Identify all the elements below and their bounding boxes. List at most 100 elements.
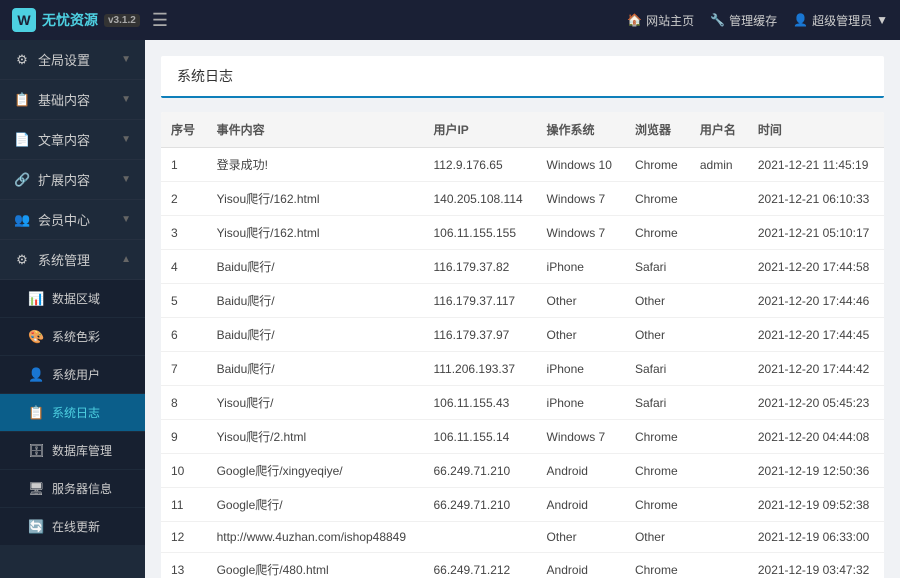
main-content: 系统日志 序号 事件内容 用户IP 操作系统 浏览器 用户名 时间 1登录成功!… xyxy=(145,40,900,578)
table-cell: 3 xyxy=(161,216,207,250)
sidebar-item-system-log[interactable]: 📋 系统日志 xyxy=(0,394,145,432)
log-table-container: 序号 事件内容 用户IP 操作系统 浏览器 用户名 时间 1登录成功!112.9… xyxy=(161,112,884,578)
settings-icon: ⚙ xyxy=(14,52,30,68)
table-cell: Chrome xyxy=(625,216,690,250)
table-cell: 66.249.71.212 xyxy=(423,553,536,578)
sidebar-item-extended-content[interactable]: 🔗 扩展内容 ▼ xyxy=(0,160,145,200)
update-icon: 🔄 xyxy=(28,519,44,535)
table-cell: 106.11.155.43 xyxy=(423,386,536,420)
col-os: 操作系统 xyxy=(537,112,625,148)
nav-admin-link[interactable]: 👤 超级管理员 ▼ xyxy=(793,12,888,29)
table-cell: 2021-12-20 04:44:08 xyxy=(748,420,884,454)
table-row: 4Baidu爬行/116.179.37.82iPhoneSafari2021-1… xyxy=(161,250,884,284)
table-row: 6Baidu爬行/116.179.37.97OtherOther2021-12-… xyxy=(161,318,884,352)
sidebar-label-data-area: 数据区域 xyxy=(52,290,100,307)
member-icon: 👥 xyxy=(14,212,30,228)
table-cell: Yisou爬行/ xyxy=(207,386,424,420)
data-area-icon: 📊 xyxy=(28,291,44,307)
table-cell: Chrome xyxy=(625,148,690,182)
sidebar-label-update: 在线更新 xyxy=(52,518,100,535)
layout: ⚙ 全局设置 ▼ 📋 基础内容 ▼ 📄 文章内容 ▼ 🔗 扩展内容 ▼ xyxy=(0,40,900,578)
nav-home-link[interactable]: 🏠 网站主页 xyxy=(627,12,694,29)
table-cell: 2021-12-21 11:45:19 xyxy=(748,148,884,182)
header: W 无忧资源 v3.1.2 ☰ 🏠 网站主页 🔧 管理缓存 👤 超级管理员 ▼ xyxy=(0,0,900,40)
sidebar-item-server-info[interactable]: 🖥 服务器信息 xyxy=(0,470,145,508)
sidebar-item-system-users[interactable]: 👤 系统用户 xyxy=(0,356,145,394)
system-submenu: 📊 数据区域 🎨 系统色彩 👤 系统用户 📋 系统日志 xyxy=(0,280,145,546)
table-cell: Windows 7 xyxy=(537,182,625,216)
sidebar-item-data-area[interactable]: 📊 数据区域 xyxy=(0,280,145,318)
table-cell: 11 xyxy=(161,488,207,522)
table-cell: 7 xyxy=(161,352,207,386)
table-cell: Windows 7 xyxy=(537,216,625,250)
chevron-up-icon: ▲ xyxy=(121,254,131,265)
table-row: 12http://www.4uzhan.com/ishop48849OtherO… xyxy=(161,522,884,553)
table-cell xyxy=(690,352,748,386)
logo-icon: W xyxy=(12,8,36,32)
table-cell: Other xyxy=(625,318,690,352)
table-cell: 66.249.71.210 xyxy=(423,488,536,522)
table-cell: Safari xyxy=(625,352,690,386)
table-cell: 2021-12-21 06:10:33 xyxy=(748,182,884,216)
table-cell xyxy=(690,284,748,318)
table-cell: 2021-12-20 05:45:23 xyxy=(748,386,884,420)
sidebar-item-basic-content[interactable]: 📋 基础内容 ▼ xyxy=(0,80,145,120)
log-icon: 📋 xyxy=(28,405,44,421)
table-row: 11Google爬行/66.249.71.210AndroidChrome202… xyxy=(161,488,884,522)
page-title-bar: 系统日志 xyxy=(161,56,884,98)
table-cell xyxy=(690,318,748,352)
menu-toggle-button[interactable]: ☰ xyxy=(152,10,168,31)
sidebar-label-extended: 扩展内容 xyxy=(38,170,90,189)
table-cell: 13 xyxy=(161,553,207,578)
table-cell xyxy=(423,522,536,553)
sidebar-item-system-color[interactable]: 🎨 系统色彩 xyxy=(0,318,145,356)
table-cell: 10 xyxy=(161,454,207,488)
table-cell: Other xyxy=(625,522,690,553)
table-cell: 2021-12-20 17:44:46 xyxy=(748,284,884,318)
sidebar-item-online-update[interactable]: 🔄 在线更新 xyxy=(0,508,145,546)
sidebar-item-article-content[interactable]: 📄 文章内容 ▼ xyxy=(0,120,145,160)
sidebar-label-system-color: 系统色彩 xyxy=(52,328,100,345)
table-row: 8Yisou爬行/106.11.155.43iPhoneSafari2021-1… xyxy=(161,386,884,420)
table-row: 2Yisou爬行/162.html140.205.108.114Windows … xyxy=(161,182,884,216)
sidebar-label-database: 数据库管理 xyxy=(52,442,112,459)
database-icon: 🗄 xyxy=(28,443,44,459)
table-cell: 111.206.193.37 xyxy=(423,352,536,386)
table-cell: Safari xyxy=(625,250,690,284)
table-cell: Chrome xyxy=(625,454,690,488)
table-cell xyxy=(690,250,748,284)
table-cell: Baidu爬行/ xyxy=(207,352,424,386)
sidebar-label-global: 全局设置 xyxy=(38,50,90,69)
sidebar-label-system-log: 系统日志 xyxy=(52,404,100,421)
table-cell: 4 xyxy=(161,250,207,284)
table-cell: Baidu爬行/ xyxy=(207,318,424,352)
table-cell xyxy=(690,216,748,250)
table-header: 序号 事件内容 用户IP 操作系统 浏览器 用户名 时间 xyxy=(161,112,884,148)
logo: W 无忧资源 v3.1.2 xyxy=(12,8,140,32)
table-cell: 2021-12-20 17:44:58 xyxy=(748,250,884,284)
table-cell: 116.179.37.97 xyxy=(423,318,536,352)
table-cell: 2021-12-19 03:47:32 xyxy=(748,553,884,578)
col-id: 序号 xyxy=(161,112,207,148)
table-cell: 6 xyxy=(161,318,207,352)
page-title: 系统日志 xyxy=(177,68,233,84)
extended-icon: 🔗 xyxy=(14,172,30,188)
nav-cache-link[interactable]: 🔧 管理缓存 xyxy=(710,12,777,29)
sidebar-item-member-center[interactable]: 👥 会员中心 ▼ xyxy=(0,200,145,240)
sidebar: ⚙ 全局设置 ▼ 📋 基础内容 ▼ 📄 文章内容 ▼ 🔗 扩展内容 ▼ xyxy=(0,40,145,578)
sidebar-item-system-mgmt[interactable]: ⚙ 系统管理 ▲ xyxy=(0,240,145,280)
chevron-down-icon: ▼ xyxy=(121,174,131,185)
table-cell: 2021-12-21 05:10:17 xyxy=(748,216,884,250)
table-cell: Yisou爬行/162.html xyxy=(207,216,424,250)
table-cell: 9 xyxy=(161,420,207,454)
sidebar-item-database-mgmt[interactable]: 🗄 数据库管理 xyxy=(0,432,145,470)
article-icon: 📄 xyxy=(14,132,30,148)
table-cell: Other xyxy=(537,522,625,553)
sidebar-label-member: 会员中心 xyxy=(38,210,90,229)
table-cell: 2021-12-19 06:33:00 xyxy=(748,522,884,553)
sidebar-item-global-settings[interactable]: ⚙ 全局设置 ▼ xyxy=(0,40,145,80)
table-cell: 1 xyxy=(161,148,207,182)
table-cell: 2021-12-20 17:44:42 xyxy=(748,352,884,386)
table-cell xyxy=(690,454,748,488)
users-icon: 👤 xyxy=(28,367,44,383)
